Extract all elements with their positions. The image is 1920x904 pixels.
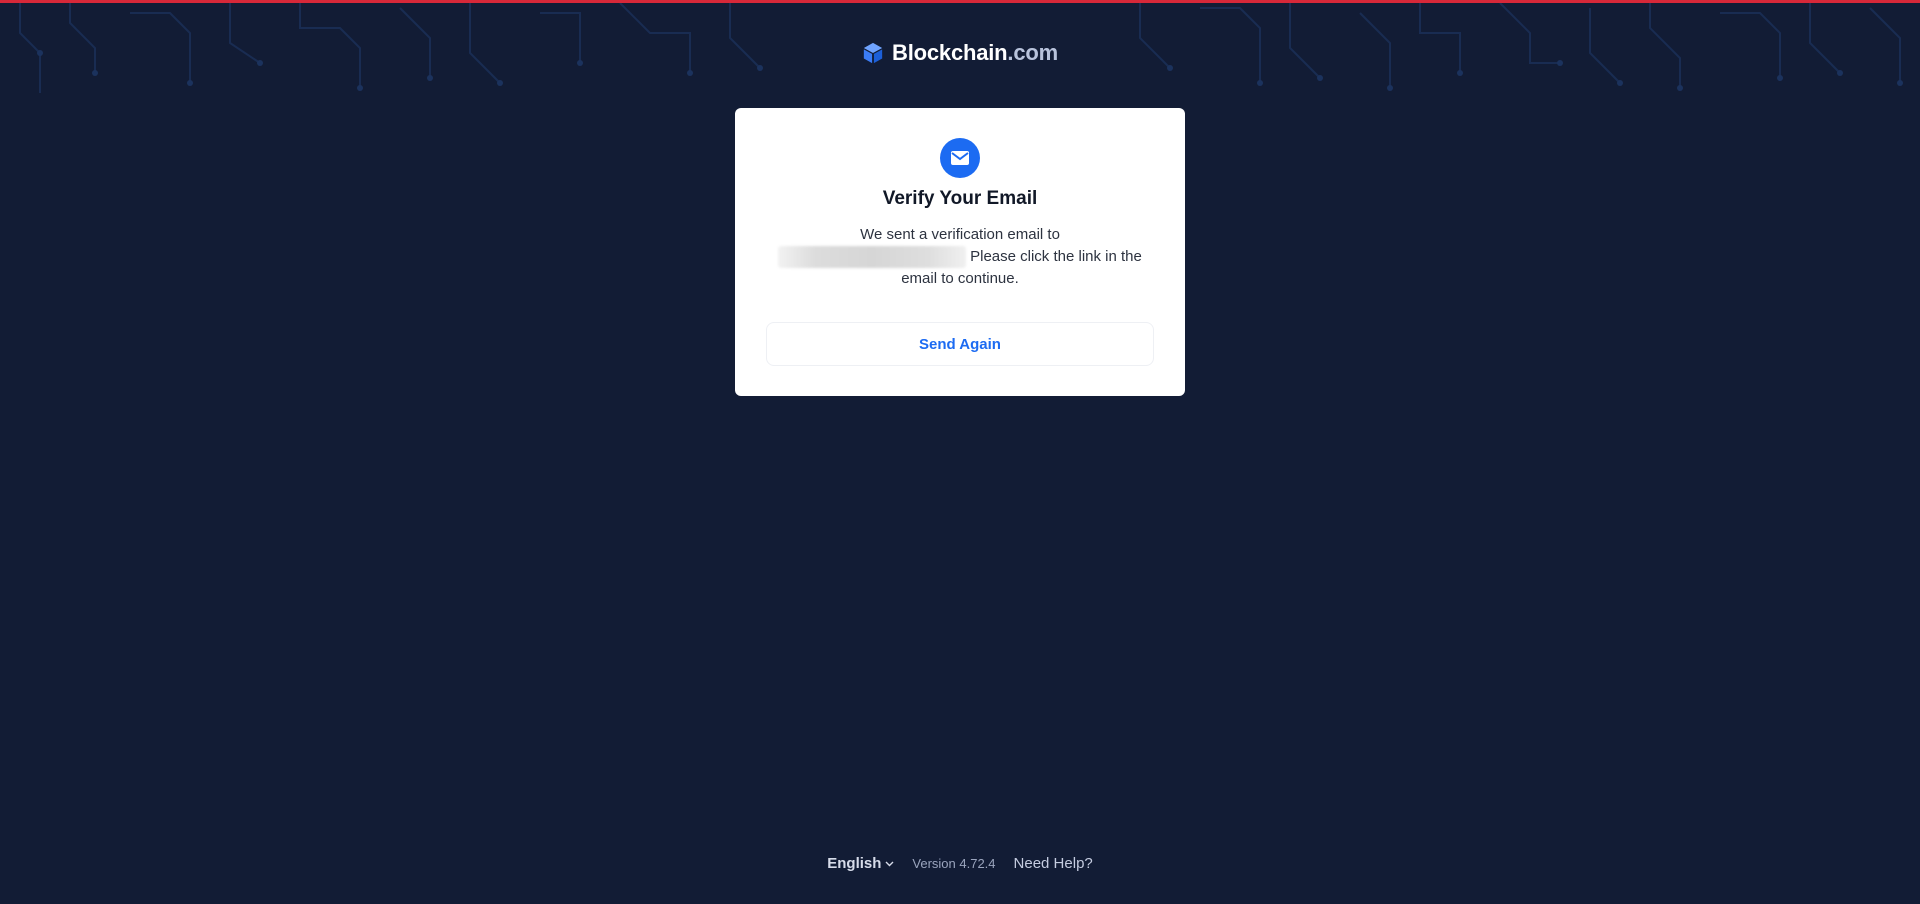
redacted-email-address bbox=[778, 246, 967, 269]
chevron-down-icon bbox=[885, 861, 894, 866]
envelope-badge bbox=[940, 138, 980, 178]
verify-email-card: Verify Your Email We sent a verification… bbox=[735, 108, 1185, 396]
envelope-icon bbox=[951, 151, 969, 165]
need-help-link[interactable]: Need Help? bbox=[1014, 855, 1093, 872]
language-selector[interactable]: English bbox=[827, 855, 894, 872]
message-intro: We sent a verification email to bbox=[860, 226, 1060, 243]
brand-logo[interactable]: Blockchain.com bbox=[0, 40, 1920, 66]
language-label: English bbox=[827, 855, 882, 872]
blockchain-cube-icon bbox=[863, 42, 883, 64]
card-message: We sent a verification email to Please c… bbox=[770, 224, 1150, 290]
brand-name: Blockchain.com bbox=[892, 40, 1058, 65]
footer: English Version 4.72.4 Need Help? bbox=[0, 855, 1920, 872]
page: Blockchain.com Verify Your Email We sent… bbox=[0, 0, 1920, 904]
send-again-button[interactable]: Send Again bbox=[766, 322, 1154, 367]
card-title: Verify Your Email bbox=[882, 188, 1038, 209]
app-version: Version 4.72.4 bbox=[912, 856, 996, 871]
